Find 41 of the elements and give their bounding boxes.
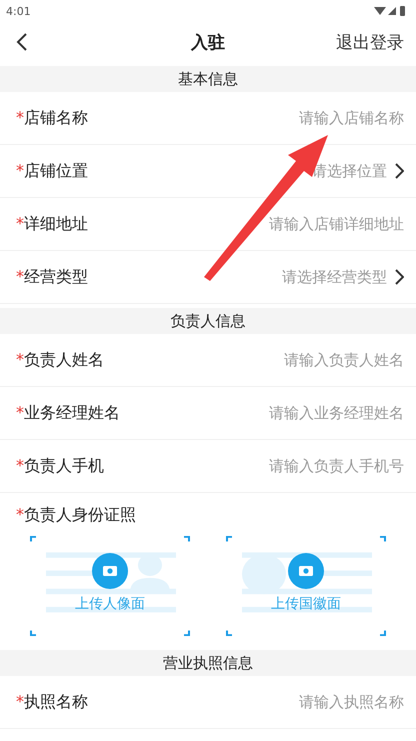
required-mark: * [16,456,24,474]
section-header: 负责人信息 [0,308,416,334]
field-label: 业务经理姓名 [24,402,120,424]
field-label: 店铺名称 [24,108,88,128]
status-time: 4:01 [6,4,31,18]
back-icon[interactable] [16,32,28,52]
input-field[interactable]: 请输入执照名称 [258,693,404,711]
field-label: 详细地址 [24,214,88,234]
input-field[interactable]: 请输入店铺详细地址 [226,215,404,233]
required-mark: * [16,350,24,368]
chevron-icon [395,269,404,285]
status-icons [374,5,406,17]
input-field[interactable]: 请输入负责人手机号 [226,457,404,475]
upload-card[interactable]: 上传国徽面 [226,536,386,636]
upload-card[interactable]: 上传人像面 [30,536,190,636]
chevron-icon [395,163,404,179]
required-mark: * [16,505,24,524]
section-header: 营业执照信息 [0,650,416,676]
camera-icon [288,553,324,589]
input-field[interactable]: 请输入负责人姓名 [242,351,404,369]
input-field[interactable]: 请输入店铺名称 [258,109,404,127]
logout-button[interactable]: 退出登录 [336,30,404,54]
required-mark: * [16,160,24,180]
input-field[interactable]: 请选择经营类型 [241,268,387,286]
upload-caption: 上传国徽面 [271,595,341,613]
required-mark: * [16,108,24,126]
section-header: 基本信息 [0,66,416,92]
field-label: 店铺位置 [24,160,88,182]
page-title: 入驻 [191,32,225,54]
camera-icon [92,553,128,589]
field-label: 负责人身份证照 [24,505,136,526]
field-label: 经营类型 [24,266,88,288]
field-label: 执照名称 [24,692,88,712]
upload-caption: 上传人像面 [75,595,145,613]
field-label: 负责人手机 [24,456,104,476]
required-mark: * [16,214,24,232]
field-label: 负责人姓名 [24,350,104,370]
required-mark: * [16,266,24,286]
required-mark: * [16,402,24,422]
required-mark: * [16,692,24,710]
input-field[interactable]: 请输入业务经理姓名 [226,404,404,422]
